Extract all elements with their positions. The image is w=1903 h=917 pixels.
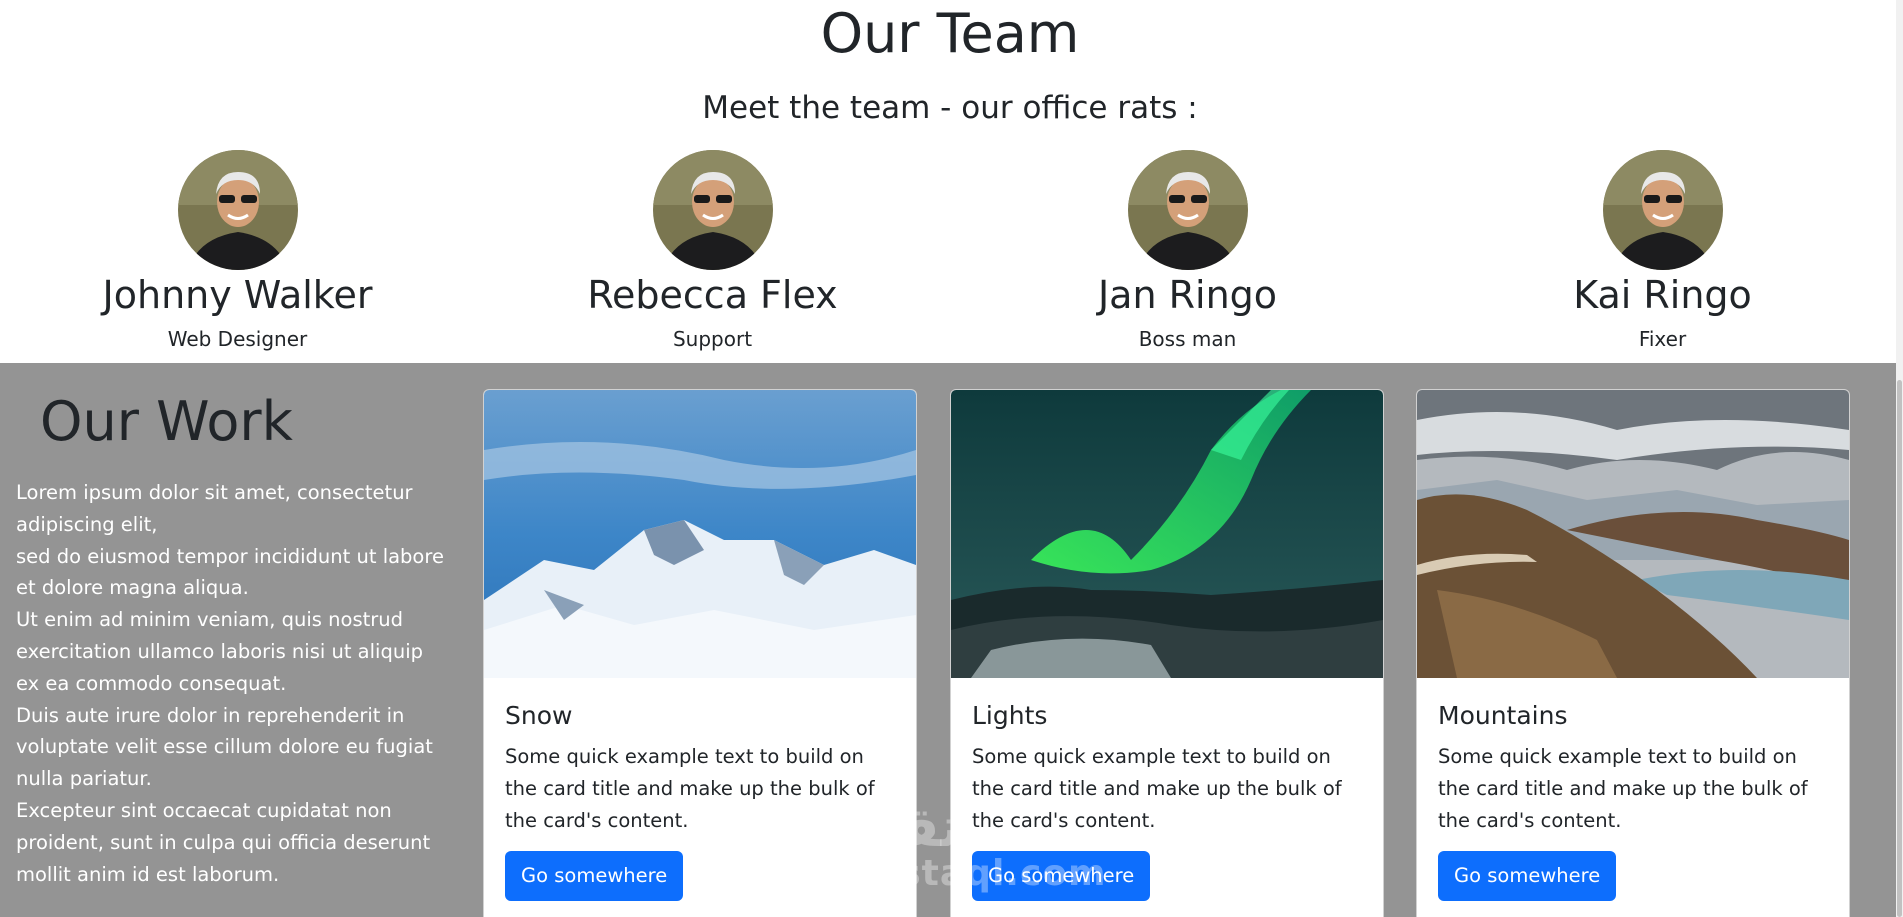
team-section: Our Team Meet the team - our office rats…	[0, 0, 1903, 363]
avatar	[652, 150, 773, 270]
avatar	[177, 150, 298, 270]
avatar	[1127, 150, 1248, 270]
member-role: Web Designer	[167, 327, 308, 351]
card-lights: Lights Some quick example text to build …	[950, 389, 1384, 917]
team-subtitle: Meet the team - our office rats :	[702, 90, 1198, 126]
card-text: Some quick example text to build on the …	[972, 745, 1342, 832]
work-paragraph: Lorem ipsum dolor sit amet, consectetur …	[16, 481, 413, 536]
work-title: Our Work	[40, 390, 293, 453]
member-name: Johnny Walker	[102, 273, 373, 317]
avatar	[1602, 150, 1723, 270]
go-somewhere-button[interactable]: Go somewhere	[1438, 851, 1617, 902]
work-description: Lorem ipsum dolor sit amet, consectetur …	[16, 477, 446, 890]
scrollbar-thumb[interactable]	[1897, 380, 1902, 917]
work-paragraph: sed do eiusmod tempor incididunt ut labo…	[16, 544, 444, 600]
aurora-photo	[951, 390, 1383, 678]
mountain-lake-photo	[1417, 390, 1849, 678]
work-paragraph: Duis aute irure dolor in reprehenderit i…	[16, 703, 433, 791]
member-name: Jan Ringo	[1097, 273, 1278, 317]
work-paragraph: Ut enim ad minim veniam, quis nostrud ex…	[16, 608, 423, 695]
member-role: Fixer	[1638, 327, 1687, 351]
vertical-scrollbar[interactable]	[1896, 0, 1903, 917]
card-text: Some quick example text to build on the …	[505, 745, 875, 832]
card-body: Lights Some quick example text to build …	[951, 700, 1383, 902]
card-body: Mountains Some quick example text to bui…	[1417, 700, 1849, 902]
card-title: Snow	[505, 701, 573, 730]
page: Our Team Meet the team - our office rats…	[0, 0, 1903, 917]
member-role: Boss man	[1138, 327, 1237, 351]
go-somewhere-button[interactable]: Go somewhere	[972, 851, 1151, 902]
card-title: Mountains	[1438, 701, 1568, 730]
team-member-jan-ringo: Jan Ringo Boss man	[950, 150, 1425, 352]
card-text: Some quick example text to build on the …	[1438, 745, 1808, 832]
snowy-mountains-photo	[484, 390, 916, 678]
member-name: Rebecca Flex	[587, 273, 838, 317]
card-snow: Snow Some quick example text to build on…	[483, 389, 917, 917]
member-name: Kai Ringo	[1573, 273, 1752, 317]
card-title: Lights	[972, 701, 1048, 730]
card-body: Snow Some quick example text to build on…	[484, 700, 916, 902]
work-paragraph: Excepteur sint occaecat cupidatat non pr…	[16, 798, 431, 886]
go-somewhere-button[interactable]: Go somewhere	[505, 851, 684, 902]
team-member-johnny-walker: Johnny Walker Web Designer	[0, 150, 475, 352]
card-mountains: Mountains Some quick example text to bui…	[1416, 389, 1850, 917]
team-member-rebecca-flex: Rebecca Flex Support	[475, 150, 950, 352]
member-role: Support	[672, 327, 753, 351]
team-title: Our Team	[820, 2, 1080, 65]
team-member-kai-ringo: Kai Ringo Fixer	[1425, 150, 1900, 352]
